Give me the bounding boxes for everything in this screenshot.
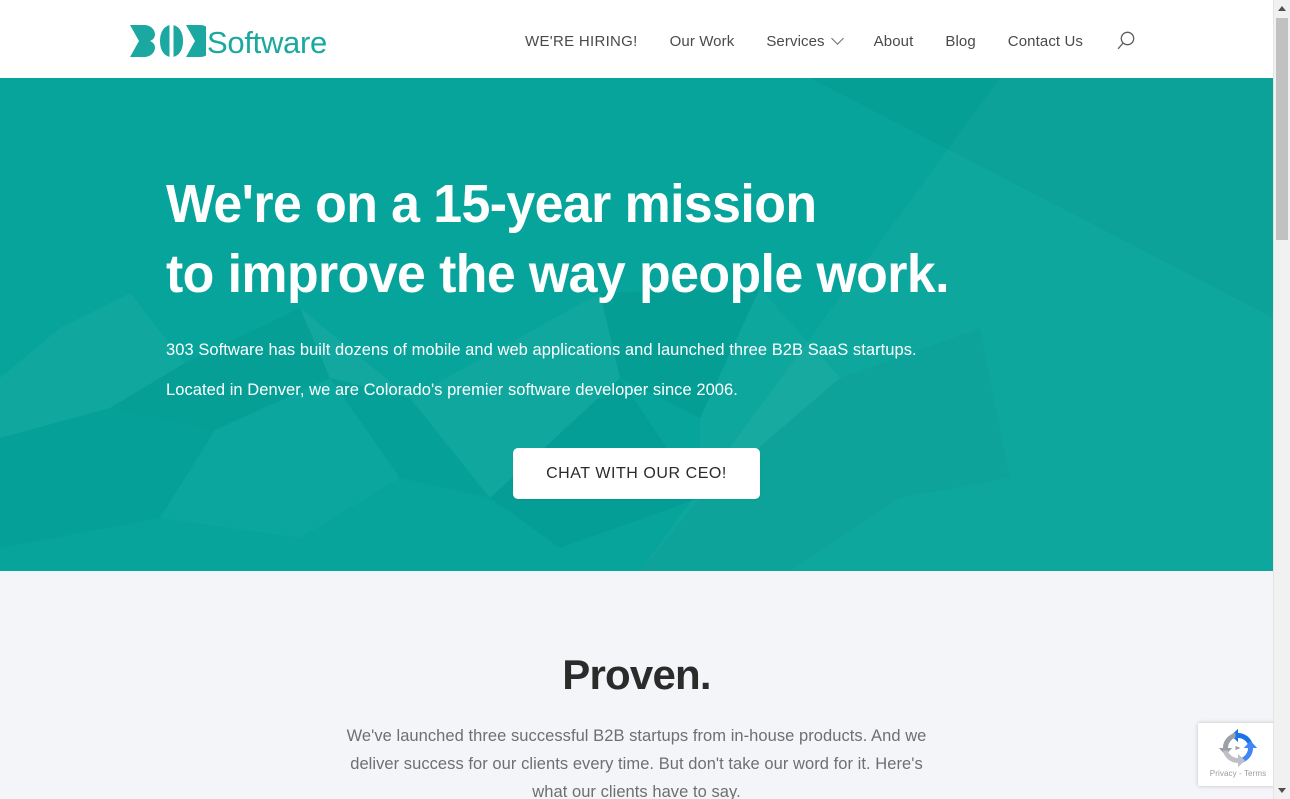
recaptcha-icon	[1218, 728, 1258, 768]
scroll-thumb[interactable]	[1276, 18, 1288, 240]
nav-services-label: Services	[766, 32, 825, 50]
triangle-up-icon	[1278, 6, 1286, 11]
nav-were-hiring[interactable]: WE'RE HIRING!	[509, 33, 654, 50]
hero-section: We're on a 15-year mission to improve th…	[0, 78, 1273, 571]
nav-blog[interactable]: Blog	[929, 33, 991, 50]
proven-section: Proven. We've launched three successful …	[0, 571, 1273, 799]
recaptcha-privacy-terms-label[interactable]: Privacy - Terms	[1210, 769, 1266, 778]
browser-page: Software WE'RE HIRING! Our Work Services…	[0, 0, 1290, 799]
search-icon	[1117, 31, 1135, 50]
site-header: Software WE'RE HIRING! Our Work Services…	[0, 0, 1273, 78]
scroll-up-arrow[interactable]	[1274, 0, 1290, 17]
nav-our-work[interactable]: Our Work	[654, 33, 751, 50]
hero-title-line-2: to improve the way people work.	[166, 244, 950, 304]
search-button[interactable]	[1113, 28, 1139, 54]
hero-paragraph-1: 303 Software has built dozens of mobile …	[166, 341, 917, 359]
hero-content: We're on a 15-year mission to improve th…	[0, 78, 1273, 402]
chat-with-ceo-button[interactable]: CHAT WITH OUR CEO!	[513, 448, 760, 499]
triangle-down-icon	[1278, 788, 1286, 793]
proven-paragraph: We've launched three successful B2B star…	[346, 727, 927, 799]
hero-paragraph-2: Located in Denver, we are Colorado's pre…	[166, 381, 738, 399]
nav-services[interactable]: Services	[750, 31, 857, 50]
scroll-down-arrow[interactable]	[1274, 782, 1290, 799]
site-logo[interactable]: Software	[128, 19, 327, 63]
hero-cta-wrapper: CHAT WITH OUR CEO!	[0, 448, 1273, 499]
proven-title: Proven.	[562, 651, 711, 698]
vertical-scrollbar[interactable]	[1273, 0, 1290, 799]
recaptcha-badge[interactable]: Privacy - Terms	[1198, 723, 1278, 786]
page-viewport: Software WE'RE HIRING! Our Work Services…	[0, 0, 1273, 799]
nav-about[interactable]: About	[858, 33, 930, 50]
nav-contact-us[interactable]: Contact Us	[992, 33, 1099, 50]
main-navigation: WE'RE HIRING! Our Work Services About Bl…	[509, 28, 1139, 54]
logo-303-icon	[130, 25, 206, 57]
chevron-down-icon	[830, 31, 844, 45]
hero-title-line-1: We're on a 15-year mission	[166, 174, 817, 234]
logo-wordmark: Software	[207, 24, 327, 60]
